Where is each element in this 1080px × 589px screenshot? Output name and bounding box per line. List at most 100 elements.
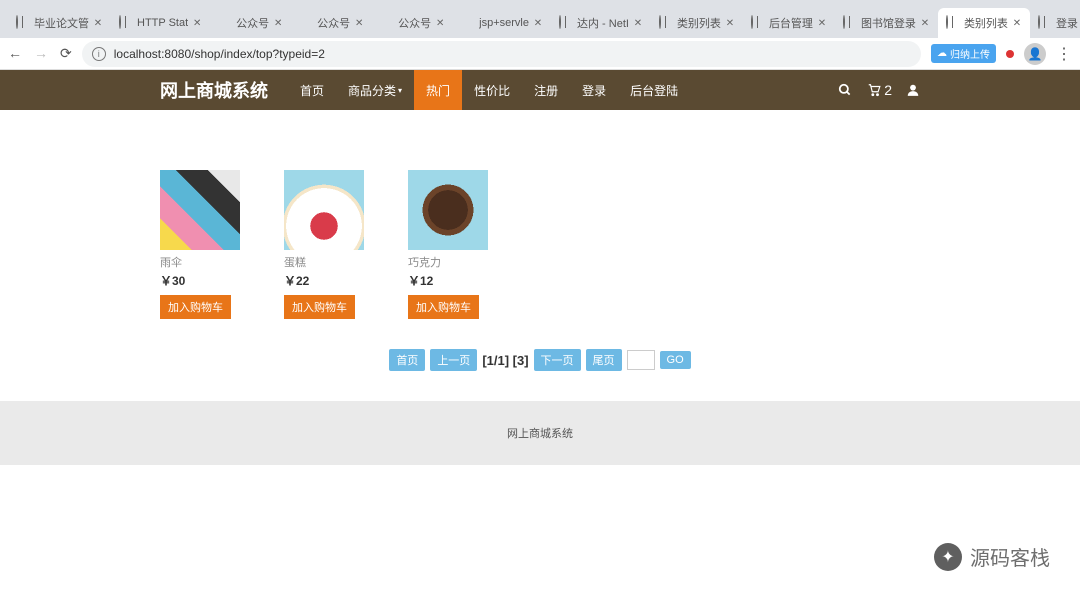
tab-title: 后台管理: [769, 15, 813, 31]
tab-close-icon[interactable]: ✕: [725, 18, 735, 28]
product-price: ￥30: [160, 272, 260, 289]
tab-close-icon[interactable]: ✕: [817, 18, 827, 28]
site-brand[interactable]: 网上商城系统: [160, 77, 268, 103]
watermark-text: 源码客栈: [970, 542, 1050, 571]
tab-close-icon[interactable]: ✕: [533, 18, 543, 28]
user-icon[interactable]: [906, 83, 920, 97]
tab-title: 毕业论文管: [34, 15, 89, 31]
tab-title: jsp+servle: [479, 17, 529, 29]
pager-go-button[interactable]: GO: [660, 351, 691, 369]
product-name: 雨伞: [160, 254, 260, 270]
profile-avatar-icon[interactable]: 👤: [1024, 43, 1046, 65]
browser-tab[interactable]: jsp+servle ✕: [453, 8, 551, 38]
nav-label: 热门: [426, 82, 450, 99]
nav-item[interactable]: 后台登陆: [618, 70, 690, 110]
tab-title: 类别列表: [964, 15, 1008, 31]
pager-next-button[interactable]: 下一页: [534, 349, 581, 371]
nav-item[interactable]: 注册: [522, 70, 570, 110]
green-favicon-icon: [380, 16, 394, 30]
add-to-cart-button[interactable]: 加入购物车: [284, 295, 355, 319]
green-favicon-icon: [218, 16, 232, 30]
product-image[interactable]: [408, 170, 488, 250]
globe-favicon-icon: [843, 16, 857, 30]
browser-tab[interactable]: HTTP Stat ✕: [111, 8, 210, 38]
tab-title: 登录: [1056, 15, 1078, 31]
tab-title: 图书馆登录: [861, 15, 916, 31]
browser-tab[interactable]: 公众号 ✕: [372, 8, 453, 38]
nav-item[interactable]: 首页: [288, 70, 336, 110]
reload-button[interactable]: ⟳: [60, 45, 72, 62]
product-image[interactable]: [160, 170, 240, 250]
globe-favicon-icon: [659, 16, 673, 30]
product-card: 巧克力 ￥12 加入购物车: [408, 170, 508, 319]
cart-button[interactable]: 2: [866, 82, 892, 98]
product-card: 雨伞 ￥30 加入购物车: [160, 170, 260, 319]
browser-tab[interactable]: 图书馆登录 ✕: [835, 8, 938, 38]
tab-close-icon[interactable]: ✕: [354, 18, 364, 28]
site-info-icon[interactable]: i: [92, 47, 106, 61]
nav-label: 注册: [534, 82, 558, 99]
chevron-down-icon: ▾: [398, 86, 402, 95]
browser-tab[interactable]: 公众号✕: [291, 8, 372, 38]
nav-label: 首页: [300, 82, 324, 99]
notification-dot-icon: [1006, 50, 1014, 58]
tab-close-icon[interactable]: ✕: [273, 18, 283, 28]
address-bar[interactable]: i localhost:8080/shop/index/top?typeid=2: [82, 41, 921, 67]
globe-favicon-icon: [119, 16, 133, 30]
product-price: ￥12: [408, 272, 508, 289]
tab-title: 公众号: [236, 15, 269, 31]
tab-close-icon[interactable]: ✕: [1012, 18, 1022, 28]
tab-close-icon[interactable]: ✕: [192, 18, 202, 28]
tab-close-icon[interactable]: ✕: [435, 18, 445, 28]
browser-tab[interactable]: 类别列表 ✕: [651, 8, 743, 38]
product-image[interactable]: [284, 170, 364, 250]
browser-tab[interactable]: 类别列表 ✕: [938, 8, 1030, 38]
tab-title: 达内 - NetI: [577, 15, 629, 31]
forward-button[interactable]: →: [34, 45, 48, 62]
browser-tab[interactable]: 后台管理 ✕: [743, 8, 835, 38]
tab-title: HTTP Stat: [137, 17, 188, 29]
wx-favicon-icon: [461, 16, 475, 30]
tab-title: 公众号: [398, 15, 431, 31]
upload-extension-button[interactable]: ☁归纳上传: [931, 44, 996, 63]
nav-label: 商品分类: [348, 82, 396, 99]
nav-item[interactable]: 商品分类▾: [336, 70, 414, 110]
add-to-cart-button[interactable]: 加入购物车: [408, 295, 479, 319]
globe-favicon-icon: [1038, 16, 1052, 30]
browser-tab[interactable]: 公众号 ✕: [210, 8, 291, 38]
product-card: 蛋糕 ￥22 加入购物车: [284, 170, 384, 319]
browser-tab[interactable]: 登录✕: [1030, 8, 1080, 38]
browser-tab[interactable]: 毕业论文管 ✕: [8, 8, 111, 38]
pager-last-button[interactable]: 尾页: [586, 349, 622, 371]
pager-prev-button[interactable]: 上一页: [430, 349, 477, 371]
nav-item[interactable]: 性价比: [462, 70, 522, 110]
pager-first-button[interactable]: 首页: [389, 349, 425, 371]
search-icon[interactable]: [838, 83, 852, 97]
pager-page-input[interactable]: [627, 350, 655, 370]
green-favicon-icon: [299, 16, 313, 30]
globe-favicon-icon: [559, 16, 573, 30]
nav-item[interactable]: 登录: [570, 70, 618, 110]
back-button[interactable]: ←: [8, 45, 22, 62]
product-name: 巧克力: [408, 254, 508, 270]
browser-tab[interactable]: 达内 - NetI ✕: [551, 8, 651, 38]
globe-favicon-icon: [946, 16, 960, 30]
product-price: ￥22: [284, 272, 384, 289]
site-footer: 网上商城系统: [0, 401, 1080, 465]
browser-menu-button[interactable]: ⋮: [1056, 44, 1072, 64]
tab-title: 类别列表: [677, 15, 721, 31]
globe-favicon-icon: [751, 16, 765, 30]
nav-label: 后台登陆: [630, 82, 678, 99]
tab-close-icon[interactable]: ✕: [920, 18, 930, 28]
add-to-cart-button[interactable]: 加入购物车: [160, 295, 231, 319]
globe-favicon-icon: [16, 16, 30, 30]
wechat-icon: ✦: [934, 543, 962, 571]
pager-info: [1/1] [3]: [482, 353, 528, 368]
nav-label: 登录: [582, 82, 606, 99]
tab-close-icon[interactable]: ✕: [93, 18, 103, 28]
tab-close-icon[interactable]: ✕: [633, 18, 643, 28]
cart-count: 2: [884, 82, 892, 98]
nav-item[interactable]: 热门: [414, 70, 462, 110]
product-name: 蛋糕: [284, 254, 384, 270]
address-text: localhost:8080/shop/index/top?typeid=2: [114, 47, 325, 61]
